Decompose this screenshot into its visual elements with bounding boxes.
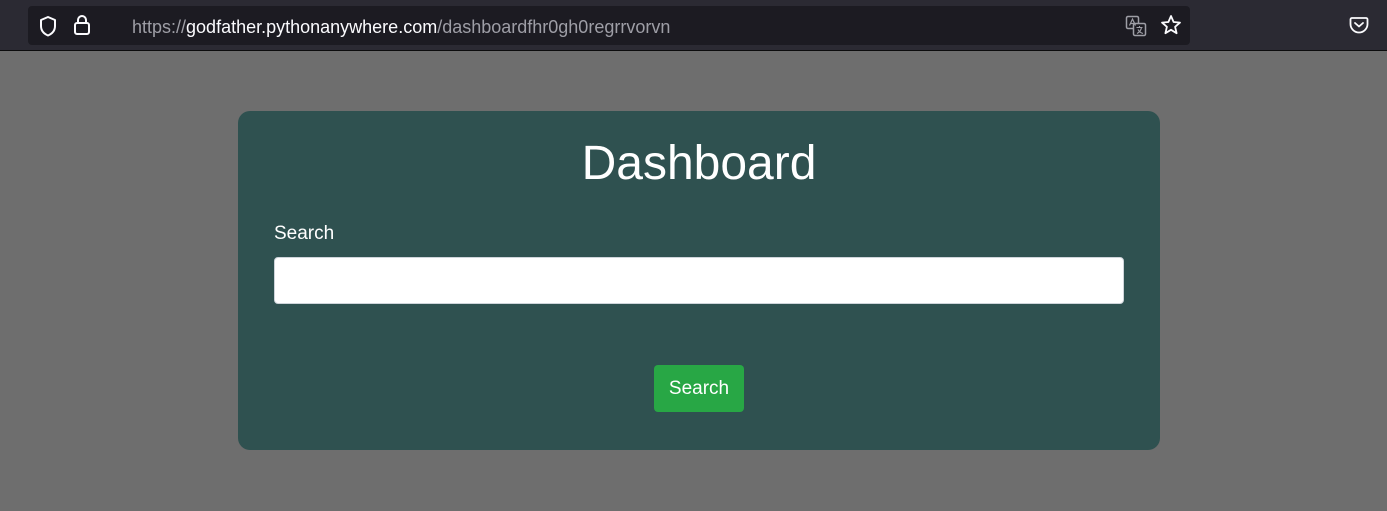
browser-toolbar: https://godfather.pythonanywhere.com/das… (0, 0, 1387, 51)
url-text[interactable]: https://godfather.pythonanywhere.com/das… (132, 16, 670, 38)
pocket-icon[interactable] (1349, 15, 1369, 35)
url-domain: godfather.pythonanywhere.com (186, 17, 438, 37)
lock-icon[interactable] (73, 14, 91, 36)
shield-icon[interactable] (38, 15, 58, 37)
url-scheme: https:// (132, 17, 187, 37)
address-bar[interactable]: https://godfather.pythonanywhere.com/das… (28, 6, 1190, 45)
dashboard-card: Dashboard Search Search (238, 111, 1160, 450)
url-path: /dashboardfhr0gh0regrrvorvn (437, 17, 671, 37)
bookmark-star-icon[interactable] (1160, 14, 1182, 36)
translate-icon[interactable] (1125, 15, 1147, 37)
search-input[interactable] (274, 257, 1124, 304)
page-title: Dashboard (581, 137, 817, 190)
search-button[interactable]: Search (654, 365, 744, 412)
search-label: Search (274, 223, 335, 244)
